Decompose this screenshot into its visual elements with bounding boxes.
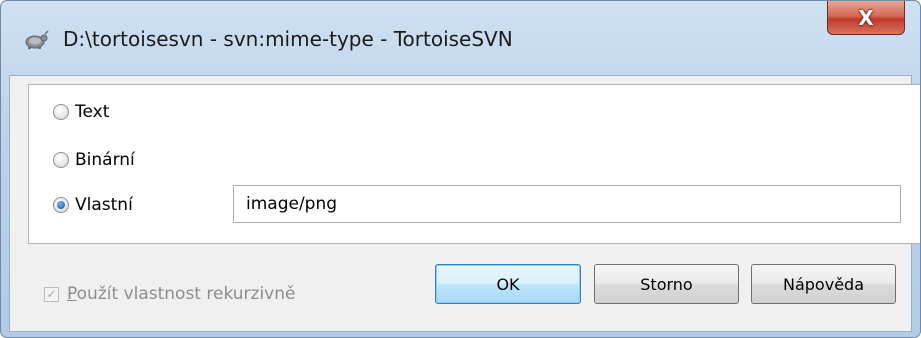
tortoise-icon [25,30,49,49]
custom-mime-type-input[interactable] [233,185,901,223]
window-title: D:\tortoisesvn - svn:mime-type - Tortois… [63,27,513,51]
recursive-checkbox-label: Použít vlastnost rekurzivně [67,284,296,304]
radio-label-binary: Binární [75,150,135,170]
close-icon: X [858,5,874,30]
close-button[interactable]: X [827,1,905,35]
ok-button[interactable]: OK [435,264,581,304]
radio-option-custom[interactable]: Vlastní [53,192,133,218]
radio-button-binary[interactable] [53,152,69,168]
radio-button-text[interactable] [53,104,69,120]
radio-option-binary[interactable]: Binární [53,147,135,173]
radio-label-text: Text [75,102,110,122]
radio-option-text[interactable]: Text [53,99,109,125]
recursive-checkbox[interactable]: ✓ [44,286,59,302]
cancel-button[interactable]: Storno [594,264,739,304]
title-bar[interactable]: D:\tortoisesvn - svn:mime-type - Tortois… [1,1,920,71]
radio-button-custom[interactable] [53,197,69,213]
mime-type-options-panel: Text Binární Vlastní [28,84,920,244]
dialog-client-area: Text Binární Vlastní ✓ Použít vlastnost … [9,75,920,332]
dialog-window: D:\tortoisesvn - svn:mime-type - Tortois… [0,0,921,338]
checkmark-icon: ✓ [46,287,57,301]
recursive-checkbox-row[interactable]: ✓ Použít vlastnost rekurzivně [44,282,295,306]
help-button[interactable]: Nápověda [751,264,896,304]
radio-label-custom: Vlastní [75,195,133,215]
